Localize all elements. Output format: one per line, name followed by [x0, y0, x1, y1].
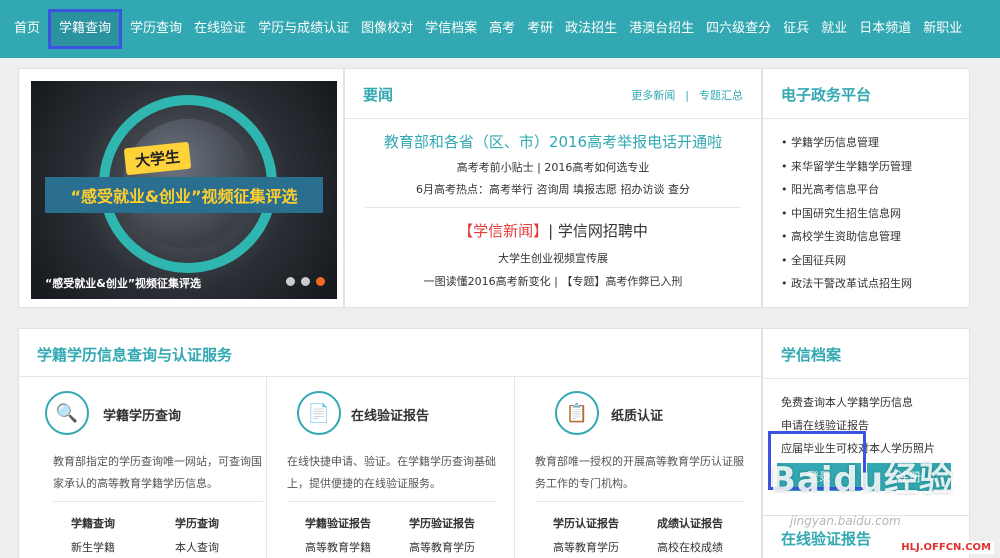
- nav-item[interactable]: 新职业: [917, 0, 968, 58]
- archive-header: 学信档案: [763, 329, 969, 379]
- gov-header: 电子政务平台: [763, 69, 969, 119]
- nav-item[interactable]: 学历与成绩认证: [252, 0, 355, 58]
- gov-link[interactable]: 高校学生资助信息管理: [781, 225, 912, 249]
- service-links: 学籍验证报告 学历验证报告 高等教育学籍 高等教育学历: [305, 515, 513, 555]
- document-search-icon: 🔍: [45, 391, 89, 435]
- service-divider: [287, 501, 497, 502]
- news-divider: [365, 207, 741, 208]
- gov-platform-panel: 电子政务平台 学籍学历信息管理来华留学生学籍学历管理阳光高考信息平台中国研究生招…: [762, 68, 970, 308]
- online-report-title: 在线验证报告: [781, 530, 872, 548]
- nav-item[interactable]: 四六级查分: [700, 0, 777, 58]
- carousel-dot-2[interactable]: [301, 277, 310, 286]
- nav-item[interactable]: 政法招生: [559, 0, 623, 58]
- nav-item[interactable]: 首页: [8, 0, 46, 58]
- baidu-watermark: Baidu经验: [770, 460, 955, 500]
- certificate-icon: 📋: [555, 391, 599, 435]
- service-link[interactable]: 学籍验证报告: [305, 515, 409, 531]
- gov-title: 电子政务平台: [781, 86, 872, 104]
- service-link[interactable]: 成绩认证报告: [657, 515, 761, 531]
- services-header: 学籍学历信息查询与认证服务: [19, 329, 761, 377]
- services-title: 学籍学历信息查询与认证服务: [37, 346, 233, 364]
- carousel-dot-3[interactable]: [316, 277, 325, 286]
- banner-caption: “感受就业&创业”视频征集评选: [45, 277, 202, 290]
- service-divider: [535, 501, 745, 502]
- news-subline-4[interactable]: 一图读懂2016高考新变化 | 【专题】高考作弊已入刑: [345, 273, 761, 289]
- nav-item[interactable]: 在线验证: [188, 0, 252, 58]
- service-link[interactable]: 本人查询: [175, 539, 279, 555]
- service-link[interactable]: 高校在校成绩: [657, 539, 761, 555]
- carousel-dot-1[interactable]: [286, 277, 295, 286]
- service-desc: 在线快捷申请、验证。在学籍学历查询基础上，提供便捷的在线验证服务。: [287, 455, 496, 490]
- service-col-query: 🔍 学籍学历查询 教育部指定的学历查询唯一网站，可查询国家承认的高等教育学籍学历…: [33, 377, 267, 558]
- watermark-url: jingyan.baidu.com: [790, 514, 901, 528]
- nav-item[interactable]: 学信档案: [419, 0, 483, 58]
- service-link[interactable]: 学籍查询: [71, 515, 175, 531]
- nav-item[interactable]: 学历查询: [124, 0, 188, 58]
- corner-watermark: HLJ.OFFCN.COM: [898, 541, 994, 554]
- gov-link[interactable]: 中国研究生招生信息网: [781, 202, 912, 226]
- link-separator: |: [685, 89, 689, 102]
- service-links: 学历认证报告 成绩认证报告 高等教育学历 高校在校成绩: [553, 515, 761, 555]
- service-links: 学籍查询 学历查询 新生学籍 本人查询: [71, 515, 279, 555]
- gov-link[interactable]: 学籍学历信息管理: [781, 131, 912, 155]
- nav-item[interactable]: 日本频道: [853, 0, 917, 58]
- news-header-links: 更多新闻 | 专题汇总: [631, 87, 743, 103]
- news-title: 要闻: [363, 86, 394, 104]
- nav-item[interactable]: 港澳台招生: [623, 0, 700, 58]
- archive-title: 学信档案: [781, 346, 842, 364]
- service-desc: 教育部唯一授权的开展高等教育学历认证服务工作的专门机构。: [535, 455, 744, 490]
- service-link[interactable]: 高等教育学历: [409, 539, 513, 555]
- service-col-online-report: 📄 在线验证报告 在线快捷申请、验证。在学籍学历查询基础上，提供便捷的在线验证服…: [267, 377, 515, 558]
- nav-item[interactable]: 就业: [815, 0, 853, 58]
- news-headline-1[interactable]: 教育部和各省（区、市）2016高考举报电话开通啦: [345, 131, 761, 152]
- carousel-dots: [286, 277, 325, 286]
- service-divider: [53, 501, 263, 502]
- banner-carousel[interactable]: 大学生 “感受就业&创业”视频征集评选 “感受就业&创业”视频征集评选: [31, 81, 337, 299]
- news-header: 要闻 更多新闻 | 专题汇总: [345, 69, 761, 119]
- service-col-paper-cert: 📋 纸质认证 教育部唯一授权的开展高等教育学历认证服务工作的专门机构。 学历认证…: [515, 377, 763, 558]
- gov-link[interactable]: 来华留学生学籍学历管理: [781, 155, 912, 179]
- service-link[interactable]: 学历查询: [175, 515, 279, 531]
- nav-items: 首页 学籍查询 学历查询 在线验证 学历与成绩认证 图像校对 学信档案 高考 考研 政法招生 港澳台…: [0, 0, 968, 58]
- news-headline-2[interactable]: 【学信新闻】| 学信网招聘中: [345, 220, 761, 241]
- banner-title: “感受就业&创业”视频征集评选: [45, 177, 323, 213]
- banner-panel: 大学生 “感受就业&创业”视频征集评选 “感受就业&创业”视频征集评选: [18, 68, 344, 308]
- services-panel: 学籍学历信息查询与认证服务 🔍 学籍学历查询 教育部指定的学历查询唯一网站，可查…: [18, 328, 762, 558]
- news-tag[interactable]: 【学信新闻】: [458, 222, 548, 240]
- service-name[interactable]: 纸质认证: [611, 405, 663, 424]
- news-subline-3[interactable]: 大学生创业视频宣传展: [345, 250, 761, 266]
- news-subline-1[interactable]: 高考考前小贴士 | 2016高考如何选专业: [345, 159, 761, 175]
- service-link[interactable]: 高等教育学籍: [305, 539, 409, 555]
- service-link[interactable]: 新生学籍: [71, 539, 175, 555]
- news-headline-2-text[interactable]: | 学信网招聘中: [548, 222, 648, 240]
- topic-summary-link[interactable]: 专题汇总: [699, 89, 743, 102]
- news-panel: 要闻 更多新闻 | 专题汇总 教育部和各省（区、市）2016高考举报电话开通啦 高考…: [344, 68, 762, 308]
- service-name[interactable]: 学籍学历查询: [103, 405, 181, 424]
- nav-item[interactable]: 图像校对: [355, 0, 419, 58]
- service-desc: 教育部指定的学历查询唯一网站，可查询国家承认的高等教育学籍学历信息。: [53, 455, 262, 490]
- service-link[interactable]: 学历认证报告: [553, 515, 657, 531]
- more-news-link[interactable]: 更多新闻: [631, 89, 675, 102]
- service-link[interactable]: 学历验证报告: [409, 515, 513, 531]
- gov-link[interactable]: 政法干警改革试点招生网: [781, 272, 912, 296]
- nav-item[interactable]: 征兵: [777, 0, 815, 58]
- archive-link[interactable]: 免费查询本人学籍学历信息: [781, 391, 935, 414]
- service-link[interactable]: 高等教育学历: [553, 539, 657, 555]
- nav-item[interactable]: 考研: [521, 0, 559, 58]
- service-name[interactable]: 在线验证报告: [351, 405, 429, 424]
- nav-item[interactable]: 学籍查询: [48, 9, 123, 49]
- gov-link-list: 学籍学历信息管理来华留学生学籍学历管理阳光高考信息平台中国研究生招生信息网高校学…: [781, 131, 912, 296]
- nav-item[interactable]: 高考: [483, 0, 521, 58]
- news-subline-2[interactable]: 6月高考热点：高考举行 咨询周 填报志愿 招办访谈 查分: [345, 181, 761, 197]
- gov-link[interactable]: 全国征兵网: [781, 249, 912, 273]
- top-nav: 首页 学籍查询 学历查询 在线验证 学历与成绩认证 图像校对 学信档案 高考 考研 政法招生 港澳台…: [0, 0, 1000, 58]
- gov-link[interactable]: 阳光高考信息平台: [781, 178, 912, 202]
- report-icon: 📄: [297, 391, 341, 435]
